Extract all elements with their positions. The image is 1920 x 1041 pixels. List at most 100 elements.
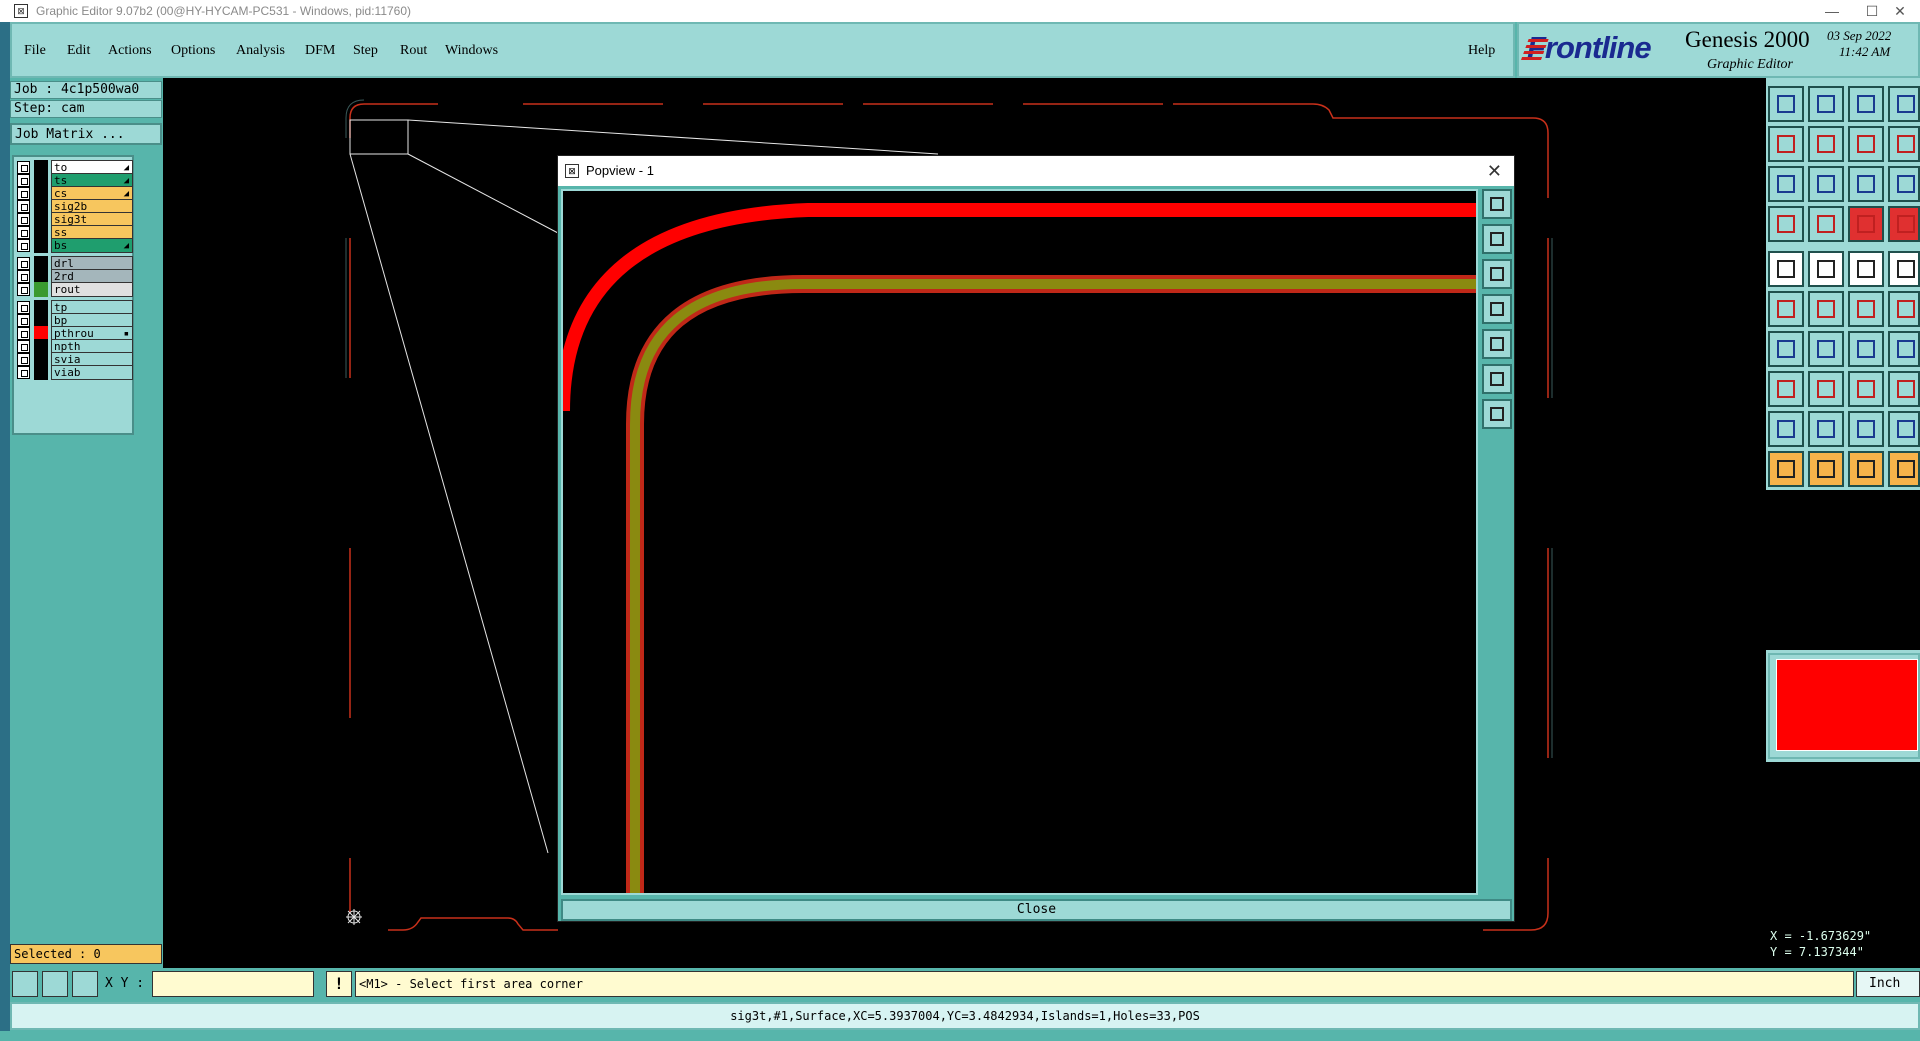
grid-icon[interactable] [72, 971, 98, 997]
layer-name[interactable]: rout [51, 282, 133, 297]
layer-color-swatch[interactable] [34, 238, 48, 253]
tool-glyph [1897, 380, 1915, 398]
popview-close-icon[interactable]: ✕ [1487, 156, 1502, 186]
date-display: 03 Sep 2022 [1827, 28, 1892, 43]
menu-rout[interactable]: Rout [400, 43, 427, 59]
popview-tool-6[interactable] [1482, 364, 1512, 394]
job-matrix-button[interactable]: Job Matrix ... [10, 123, 162, 145]
layer-color-swatch[interactable] [34, 365, 48, 380]
bottom-edge [0, 1031, 1920, 1041]
scale-icon[interactable] [1848, 451, 1884, 487]
zoom-in-icon[interactable] [1808, 411, 1844, 447]
menu-help[interactable]: Help [1468, 43, 1495, 59]
zoom-fit-icon[interactable] [1888, 411, 1920, 447]
resize-icon[interactable] [1848, 206, 1884, 242]
add-pad-icon[interactable] [1768, 251, 1804, 287]
popview-tool-4[interactable] [1482, 294, 1512, 324]
board-icon[interactable] [1888, 371, 1920, 407]
pick-icon[interactable] [1768, 371, 1804, 407]
zoom-out-icon[interactable] [1848, 411, 1884, 447]
add-text-icon[interactable] [1888, 251, 1920, 287]
popview-tool-1[interactable] [1482, 189, 1512, 219]
tool-glyph [1857, 420, 1875, 438]
popview-tool-2[interactable] [1482, 224, 1512, 254]
layer-checkbox[interactable] [17, 366, 30, 379]
brand-panel: Frontline Genesis 2000 Graphic Editor 03… [1517, 22, 1920, 78]
zoom-out-icon[interactable] [1848, 86, 1884, 122]
popview-tool-7[interactable] [1482, 399, 1512, 429]
scale-icon[interactable] [1848, 126, 1884, 162]
add-line-icon[interactable] [1808, 251, 1844, 287]
redraw-icon[interactable] [1808, 451, 1844, 487]
layer-name[interactable]: viab [51, 365, 133, 380]
popview-canvas[interactable] [561, 189, 1478, 895]
menu-step[interactable]: Step [353, 43, 378, 59]
delete-icon[interactable] [1888, 206, 1920, 242]
layer-row-viab[interactable]: viab [17, 365, 133, 380]
layer-color-swatch[interactable] [34, 282, 48, 297]
pan-icon[interactable] [1768, 126, 1804, 162]
popview-close-button[interactable]: Close [561, 899, 1512, 921]
left-edge-strip [0, 22, 10, 1041]
menu-edit[interactable]: Edit [67, 43, 90, 59]
popview-tool-5[interactable] [1482, 329, 1512, 359]
cut-icon[interactable] [1808, 291, 1844, 327]
copy-icon[interactable] [1808, 206, 1844, 242]
measure-icon[interactable] [1808, 166, 1844, 202]
minimize-button[interactable]: — [1812, 0, 1852, 22]
layer-name[interactable]: bs ◢ [51, 238, 133, 253]
tool-glyph [1817, 340, 1835, 358]
xy-input[interactable] [152, 971, 314, 997]
layer-checkbox[interactable] [17, 283, 30, 296]
query-icon[interactable] [1888, 451, 1920, 487]
zoom-area-icon[interactable] [12, 971, 38, 997]
menu-dfm[interactable]: DFM [305, 43, 335, 59]
tool-glyph [1777, 340, 1795, 358]
route-icon[interactable] [1848, 291, 1884, 327]
menu-windows[interactable]: Windows [445, 43, 498, 59]
query-icon[interactable] [1888, 126, 1920, 162]
layer-up-icon[interactable] [1848, 166, 1884, 202]
move-icon[interactable] [1768, 206, 1804, 242]
zoom-home-icon[interactable] [1768, 86, 1804, 122]
layer-down-icon[interactable] [1888, 166, 1920, 202]
redraw-icon[interactable] [1808, 126, 1844, 162]
step-label: Step: cam [10, 100, 162, 118]
measure-icon[interactable] [42, 971, 68, 997]
layer-checkbox[interactable] [17, 239, 30, 252]
exclaim-button[interactable]: ! [326, 971, 352, 997]
menu-file[interactable]: File [24, 43, 46, 59]
tool-glyph [1817, 380, 1835, 398]
connect-icon[interactable] [1768, 331, 1804, 367]
menu-options[interactable]: Options [171, 43, 215, 59]
layer-row-bs[interactable]: bs ◢ [17, 238, 133, 253]
zoom-fit-icon[interactable] [1888, 86, 1920, 122]
layer-name-text: rout [54, 283, 81, 296]
tool-glyph [1897, 95, 1915, 113]
pan-icon[interactable] [1768, 451, 1804, 487]
drc-icon[interactable] [1808, 331, 1844, 367]
select-icon[interactable] [1808, 371, 1844, 407]
close-window-button[interactable]: ✕ [1880, 0, 1920, 22]
netlist-icon[interactable] [1888, 331, 1920, 367]
zoom-home-icon[interactable] [1768, 411, 1804, 447]
tool-glyph [1897, 175, 1915, 193]
layer-row-rout[interactable]: rout [17, 282, 133, 297]
command-bar: X Y : ! <M1> - Select first area corner … [10, 968, 1920, 1000]
analysis-icon[interactable] [1848, 331, 1884, 367]
time-display: 11:42 AM [1839, 44, 1891, 59]
menu-actions[interactable]: Actions [108, 43, 152, 59]
popview-tool-3[interactable] [1482, 259, 1512, 289]
menu-analysis[interactable]: Analysis [236, 43, 285, 59]
add-surface-icon[interactable] [1768, 291, 1804, 327]
contour-icon[interactable] [1848, 371, 1884, 407]
product-subtitle: Graphic Editor [1707, 57, 1793, 72]
zoom-in-icon[interactable] [1808, 86, 1844, 122]
layer-color-preview[interactable] [1768, 653, 1920, 759]
layer-name-text: bs [54, 239, 68, 252]
add-arc-icon[interactable] [1848, 251, 1884, 287]
snap-icon[interactable] [1768, 166, 1804, 202]
break-icon[interactable] [1888, 291, 1920, 327]
tool-glyph [1897, 460, 1915, 478]
units-selector[interactable]: Inch [1856, 971, 1920, 997]
